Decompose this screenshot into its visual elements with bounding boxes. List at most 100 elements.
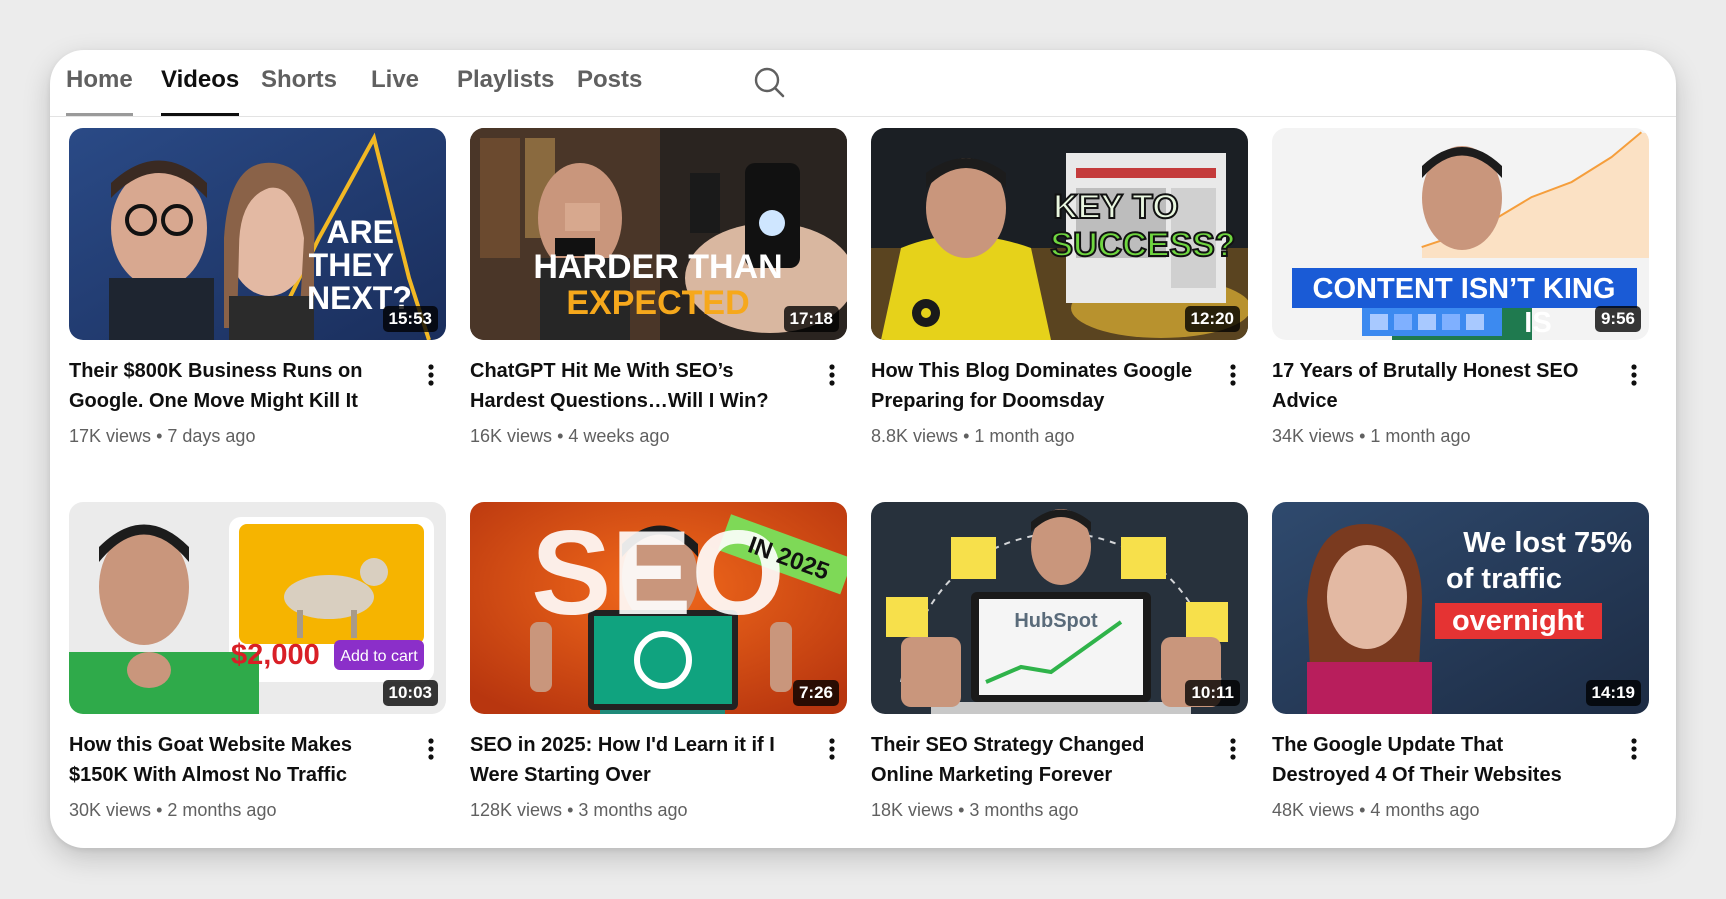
video-duration: 15:53 bbox=[382, 306, 438, 332]
more-vert-icon bbox=[1631, 738, 1637, 760]
more-vert-icon bbox=[428, 738, 434, 760]
tab-live-label: Live bbox=[371, 66, 420, 93]
thumb-text-line: THEY bbox=[309, 247, 394, 283]
video-metadata: 34K views • 1 month ago bbox=[1272, 426, 1470, 447]
video-thumbnail[interactable]: HARDER THAN EXPECTED 17:18 bbox=[470, 128, 847, 340]
video-duration: 10:11 bbox=[1185, 680, 1240, 706]
search-button[interactable] bbox=[750, 63, 790, 103]
video-title[interactable]: Their $800K Business Runs on Google. One… bbox=[69, 356, 399, 416]
video-thumbnail[interactable]: KEY TO SUCCESS? 12:20 bbox=[871, 128, 1248, 340]
video-menu-button[interactable] bbox=[1619, 360, 1649, 390]
video-card: SEO IN 2025 7:26 SEO in 2025: How I'd Le… bbox=[470, 502, 847, 842]
thumb-text-line: IS bbox=[1524, 307, 1551, 339]
tab-playlists-label: Playlists bbox=[457, 66, 555, 93]
video-duration: 12:20 bbox=[1184, 306, 1240, 332]
video-views: 34K views bbox=[1272, 426, 1355, 446]
thumbnail-overlay-text: CONTENT ISN’T KING IS bbox=[1313, 273, 1616, 339]
tab-shorts-label: Shorts bbox=[261, 66, 338, 93]
video-views: 18K views bbox=[871, 800, 954, 820]
video-metadata: 17K views • 7 days ago bbox=[69, 426, 255, 447]
video-title[interactable]: 17 Years of Brutally Honest SEO Advice bbox=[1272, 356, 1602, 416]
meta-separator: • bbox=[1359, 426, 1366, 446]
video-title[interactable]: How This Blog Dominates Google Preparing… bbox=[871, 356, 1201, 416]
tab-posts-label: Posts bbox=[577, 66, 643, 93]
tab-home[interactable]: Home bbox=[66, 50, 133, 116]
more-vert-icon bbox=[1631, 364, 1637, 386]
video-metadata: 16K views • 4 weeks ago bbox=[470, 426, 669, 447]
video-card: ARE THEY NEXT? 15:53 Their $800K Busines… bbox=[69, 128, 446, 468]
video-views: 17K views bbox=[69, 426, 152, 446]
tab-playlists[interactable]: Playlists bbox=[457, 50, 554, 116]
more-vert-icon bbox=[428, 364, 434, 386]
video-age: 2 months ago bbox=[167, 800, 277, 820]
video-views: 8.8K views bbox=[871, 426, 959, 446]
video-duration: 7:26 bbox=[792, 680, 839, 706]
video-age: 4 months ago bbox=[1370, 800, 1480, 820]
video-menu-button[interactable] bbox=[817, 360, 847, 390]
video-thumbnail[interactable]: HubSpot 10:11 bbox=[871, 502, 1248, 714]
video-title[interactable]: The Google Update That Destroyed 4 Of Th… bbox=[1272, 730, 1602, 790]
thumbnail-overlay-text: SEO IN 2025 bbox=[531, 506, 832, 640]
more-vert-icon bbox=[1230, 738, 1236, 760]
video-card: KEY TO SUCCESS? 12:20 How This Blog Domi… bbox=[871, 128, 1248, 468]
thumb-text-line: ARE bbox=[326, 214, 394, 250]
thumb-text-line: SEO bbox=[531, 506, 784, 640]
search-icon bbox=[754, 67, 785, 98]
video-duration: 9:56 bbox=[1594, 306, 1641, 332]
video-title[interactable]: How this Goat Website Makes $150K With A… bbox=[69, 730, 399, 790]
tab-videos[interactable]: Videos bbox=[161, 50, 240, 116]
video-age: 4 weeks ago bbox=[568, 426, 670, 446]
video-title[interactable]: ChatGPT Hit Me With SEO’s Hardest Questi… bbox=[470, 356, 800, 416]
meta-separator: • bbox=[156, 800, 163, 820]
video-views: 128K views bbox=[470, 800, 563, 820]
video-thumbnail[interactable]: We lost 75% of traffic overnight 14:19 bbox=[1272, 502, 1649, 714]
channel-videos-panel: Home Videos Shorts Live Playlists Posts bbox=[50, 50, 1676, 848]
video-age: 7 days ago bbox=[167, 426, 256, 446]
tab-live[interactable]: Live bbox=[371, 50, 419, 116]
video-menu-button[interactable] bbox=[1218, 360, 1248, 390]
video-duration: 10:03 bbox=[382, 680, 438, 706]
video-card: We lost 75% of traffic overnight 14:19 T… bbox=[1272, 502, 1649, 842]
thumb-text-line: HARDER THAN bbox=[533, 248, 782, 286]
channel-tab-bar: Home Videos Shorts Live Playlists Posts bbox=[50, 50, 1676, 117]
thumb-text-line: $2,000 bbox=[231, 639, 320, 671]
more-vert-icon bbox=[829, 738, 835, 760]
tab-home-label: Home bbox=[66, 66, 133, 93]
thumb-text-line: overnight bbox=[1452, 605, 1584, 637]
tab-videos-label: Videos bbox=[161, 66, 240, 93]
video-thumbnail[interactable]: CONTENT ISN’T KING IS 9:56 bbox=[1272, 128, 1649, 340]
meta-separator: • bbox=[958, 800, 965, 820]
video-duration: 17:18 bbox=[783, 306, 839, 332]
video-grid: ARE THEY NEXT? 15:53 Their $800K Busines… bbox=[69, 128, 1669, 838]
tab-home-underline bbox=[66, 113, 133, 116]
meta-separator: • bbox=[557, 426, 564, 446]
video-menu-button[interactable] bbox=[817, 734, 847, 764]
video-title[interactable]: Their SEO Strategy Changed Online Market… bbox=[871, 730, 1201, 790]
thumb-text-line: of traffic bbox=[1446, 563, 1562, 595]
video-card: $2,000 Add to cart 10:03 How this Goat W… bbox=[69, 502, 446, 842]
video-metadata: 30K views • 2 months ago bbox=[69, 800, 276, 821]
video-card: CONTENT ISN’T KING IS 9:56 17 Years of B… bbox=[1272, 128, 1649, 468]
video-title[interactable]: SEO in 2025: How I'd Learn it if I Were … bbox=[470, 730, 800, 790]
video-metadata: 8.8K views • 1 month ago bbox=[871, 426, 1074, 447]
tab-posts[interactable]: Posts bbox=[577, 50, 642, 116]
video-menu-button[interactable] bbox=[1619, 734, 1649, 764]
thumb-text-line: We lost 75% bbox=[1463, 527, 1632, 559]
video-thumbnail[interactable]: SEO IN 2025 7:26 bbox=[470, 502, 847, 714]
tab-videos-underline bbox=[161, 113, 240, 116]
more-vert-icon bbox=[1230, 364, 1236, 386]
video-menu-button[interactable] bbox=[416, 734, 446, 764]
meta-separator: • bbox=[1359, 800, 1366, 820]
video-views: 48K views bbox=[1272, 800, 1355, 820]
video-age: 3 months ago bbox=[578, 800, 688, 820]
video-menu-button[interactable] bbox=[416, 360, 446, 390]
meta-separator: • bbox=[156, 426, 163, 446]
thumb-text-line: CONTENT ISN’T KING bbox=[1313, 273, 1616, 305]
video-menu-button[interactable] bbox=[1218, 734, 1248, 764]
thumb-text-line: SUCCESS? bbox=[1050, 226, 1235, 264]
video-thumbnail[interactable]: $2,000 Add to cart 10:03 bbox=[69, 502, 446, 714]
video-thumbnail[interactable]: ARE THEY NEXT? 15:53 bbox=[69, 128, 446, 340]
video-age: 1 month ago bbox=[974, 426, 1075, 446]
thumb-text-line: Add to cart bbox=[340, 648, 418, 665]
tab-shorts[interactable]: Shorts bbox=[261, 50, 337, 116]
